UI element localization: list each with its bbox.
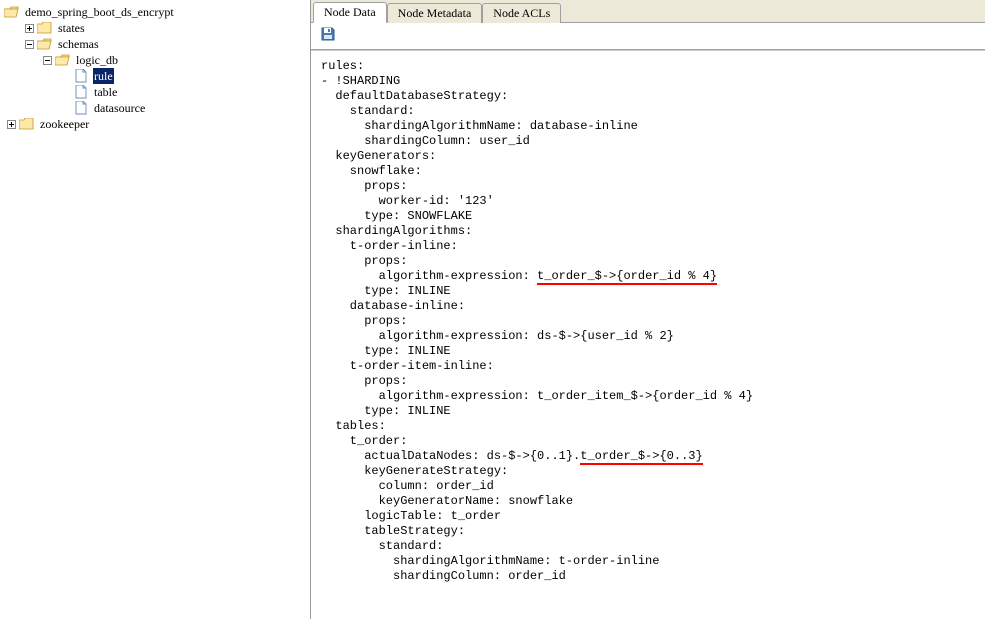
folder-open-icon — [55, 53, 71, 67]
code-line: algorithm-expression: ds-$->{user_id % 2… — [321, 329, 674, 343]
code-line: shardingAlgorithms: — [321, 224, 472, 238]
file-icon — [73, 69, 89, 83]
folder-open-icon — [4, 5, 20, 19]
tree-row[interactable]: schemas — [22, 36, 310, 52]
tree-spacer — [58, 101, 72, 115]
code-line: - !SHARDING — [321, 74, 400, 88]
code-line: props: — [321, 374, 407, 388]
tree-label: zookeeper — [39, 116, 90, 132]
tree-spacer — [58, 85, 72, 99]
editor-scroll[interactable]: rules: - !SHARDING defaultDatabaseStrate… — [311, 50, 985, 619]
save-button[interactable] — [317, 25, 339, 47]
file-icon — [73, 101, 89, 115]
tree-row[interactable]: logic_db — [40, 52, 310, 68]
code-line: actualDataNodes: ds-$->{0..1}. — [321, 449, 580, 463]
code-line: keyGenerateStrategy: — [321, 464, 508, 478]
code-line: algorithm-expression: t_order_item_$->{o… — [321, 389, 753, 403]
tree-row[interactable]: states — [22, 20, 310, 36]
expand-icon[interactable] — [22, 21, 36, 35]
code-line: type: INLINE — [321, 284, 451, 298]
code-line: rules: — [321, 59, 364, 73]
code-line: shardingAlgorithmName: database-inline — [321, 119, 638, 133]
code-line: keyGeneratorName: snowflake — [321, 494, 573, 508]
tab-node-data[interactable]: Node Data — [313, 2, 387, 23]
code-line: database-inline: — [321, 299, 465, 313]
code-line: type: INLINE — [321, 404, 451, 418]
tree-row[interactable]: table — [58, 84, 310, 100]
code-line: snowflake: — [321, 164, 422, 178]
tab-node-acls[interactable]: Node ACLs — [482, 3, 561, 23]
tree-label: schemas — [57, 36, 100, 52]
code-line: algorithm-expression: — [321, 269, 537, 283]
expand-icon[interactable] — [4, 117, 18, 131]
code-line: worker-id: '123' — [321, 194, 494, 208]
tree-label-selected: rule — [93, 68, 114, 84]
highlighted-expression-1: t_order_$->{order_id % 4} — [537, 269, 717, 285]
collapse-icon[interactable] — [40, 53, 54, 67]
tree: demo_spring_boot_ds_encrypt states — [0, 4, 310, 132]
folder-open-icon — [37, 37, 53, 51]
tree-label: table — [93, 84, 118, 100]
code-line: standard: — [321, 104, 415, 118]
node-data-editor[interactable]: rules: - !SHARDING defaultDatabaseStrate… — [311, 51, 985, 604]
app-root: demo_spring_boot_ds_encrypt states — [0, 0, 985, 619]
tree-label: datasource — [93, 100, 146, 116]
code-line: t-order-item-inline: — [321, 359, 494, 373]
right-panel: Node Data Node Metadata Node ACLs rules:… — [311, 0, 985, 619]
code-line: shardingColumn: order_id — [321, 569, 566, 583]
code-line: shardingColumn: user_id — [321, 134, 530, 148]
folder-icon — [37, 21, 53, 35]
code-line: t_order: — [321, 434, 407, 448]
folder-icon — [19, 117, 35, 131]
code-line: t-order-inline: — [321, 239, 458, 253]
code-line: props: — [321, 254, 407, 268]
tree-panel: demo_spring_boot_ds_encrypt states — [0, 0, 311, 619]
tree-row[interactable]: demo_spring_boot_ds_encrypt — [4, 4, 310, 20]
tree-row[interactable]: datasource — [58, 100, 310, 116]
collapse-icon[interactable] — [22, 37, 36, 51]
floppy-disk-icon — [320, 26, 336, 46]
code-line: logicTable: t_order — [321, 509, 501, 523]
highlighted-expression-2: t_order_$->{0..3} — [580, 449, 702, 465]
code-line: defaultDatabaseStrategy: — [321, 89, 508, 103]
code-line: props: — [321, 179, 407, 193]
tree-label: demo_spring_boot_ds_encrypt — [24, 4, 175, 20]
tree-label: logic_db — [75, 52, 119, 68]
tree-spacer — [58, 69, 72, 83]
code-line: column: order_id — [321, 479, 494, 493]
tab-bar: Node Data Node Metadata Node ACLs — [311, 0, 985, 23]
file-icon — [73, 85, 89, 99]
code-line: type: SNOWFLAKE — [321, 209, 472, 223]
code-line: type: INLINE — [321, 344, 451, 358]
code-line: shardingAlgorithmName: t-order-inline — [321, 554, 659, 568]
code-line: keyGenerators: — [321, 149, 436, 163]
code-line: tables: — [321, 419, 386, 433]
tree-row-selected[interactable]: rule — [58, 68, 310, 84]
tab-node-metadata[interactable]: Node Metadata — [387, 3, 483, 23]
tree-label: states — [57, 20, 86, 36]
code-line: tableStrategy: — [321, 524, 465, 538]
code-line: standard: — [321, 539, 443, 553]
toolbar — [311, 23, 985, 50]
code-line: props: — [321, 314, 407, 328]
tree-row[interactable]: zookeeper — [4, 116, 310, 132]
